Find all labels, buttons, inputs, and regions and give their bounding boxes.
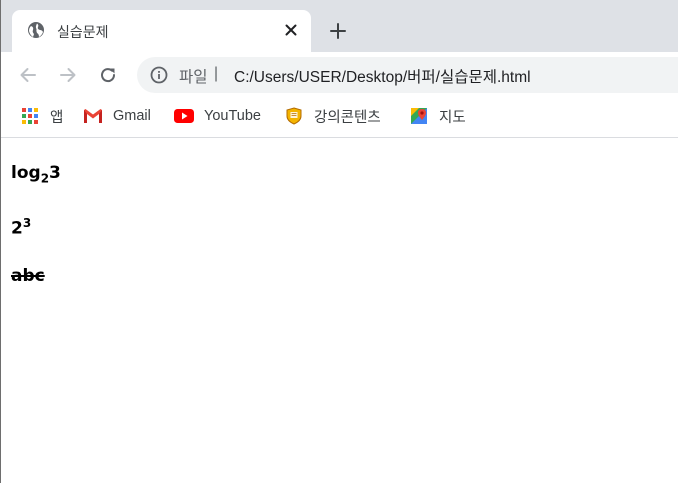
bookmark-lecture-content[interactable]: 강의콘텐츠	[284, 106, 381, 126]
bookmark-label: 강의콘텐츠	[314, 109, 381, 126]
tab-active[interactable]: 실습문제	[12, 10, 311, 52]
back-arrow-icon[interactable]	[17, 64, 39, 86]
power-expression: 23	[11, 216, 31, 239]
bookmark-gmail[interactable]: Gmail	[83, 106, 151, 126]
bookmark-maps[interactable]: 지도	[409, 106, 466, 126]
scheme-separator: |	[214, 65, 219, 82]
power-superscript: 3	[22, 216, 32, 230]
log-subscript: 2	[40, 171, 50, 186]
new-tab-plus-icon[interactable]	[327, 20, 349, 42]
url-text[interactable]: C:/Users/USER/Desktop/버퍼/실습문제.html	[234, 65, 531, 87]
tab-strip: 실습문제	[0, 0, 678, 52]
strikethrough-text: abc	[11, 266, 45, 286]
close-icon[interactable]	[282, 21, 300, 39]
reload-icon[interactable]	[97, 64, 119, 86]
forward-arrow-icon[interactable]	[57, 64, 79, 86]
bookmark-apps[interactable]: 앱	[20, 106, 63, 126]
bookmark-label: 지도	[439, 109, 466, 126]
tab-title: 실습문제	[57, 24, 109, 40]
youtube-icon	[174, 106, 194, 126]
bookmark-youtube[interactable]: YouTube	[174, 106, 261, 126]
scheme-label: 파일	[179, 69, 208, 86]
info-icon[interactable]	[150, 66, 168, 84]
shield-badge-icon	[284, 106, 304, 126]
log-expression: log23	[11, 163, 61, 185]
maps-icon	[409, 106, 429, 126]
gmail-icon	[83, 106, 103, 126]
page-content: log23 23 abc	[0, 139, 678, 483]
browser-toolbar: 파일 | C:/Users/USER/Desktop/버퍼/실습문제.html	[0, 52, 678, 98]
power-base: 2	[11, 218, 23, 239]
log-base-text: log	[11, 163, 41, 183]
window-left-edge	[0, 0, 1, 483]
bookmark-label: Gmail	[113, 108, 151, 124]
globe-icon	[27, 21, 45, 39]
log-argument: 3	[49, 163, 61, 183]
bookmark-label: 앱	[50, 109, 64, 126]
address-bar[interactable]: 파일 | C:/Users/USER/Desktop/버퍼/실습문제.html	[137, 57, 678, 93]
bookmark-label: YouTube	[204, 108, 261, 124]
bookmarks-bar: 앱 Gmail YouTube 강의콘텐츠 지도	[0, 98, 678, 138]
apps-grid-icon	[20, 106, 40, 126]
